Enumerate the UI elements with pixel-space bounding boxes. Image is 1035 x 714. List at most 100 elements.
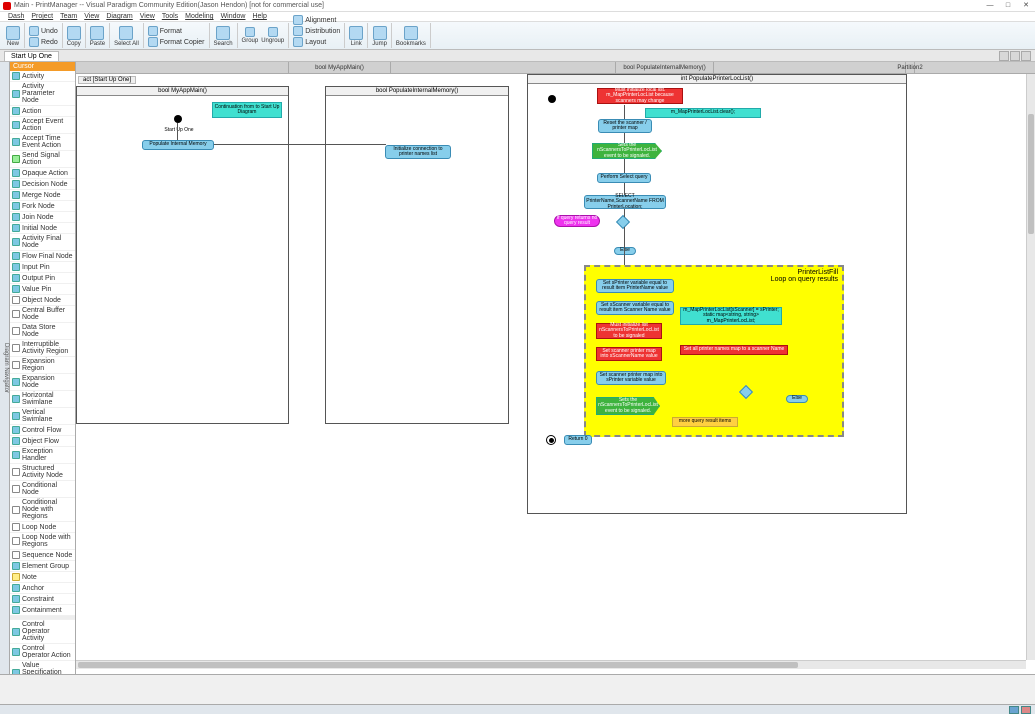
menu-team[interactable]: Team: [58, 13, 79, 20]
jump-button[interactable]: Jump: [372, 26, 387, 47]
alignment-button[interactable]: Alignment: [293, 15, 340, 25]
menu-window[interactable]: Window: [219, 13, 248, 20]
tab-close-icon[interactable]: [1021, 51, 1031, 61]
palette-item[interactable]: Input Pin: [10, 262, 75, 273]
action-populate-memory[interactable]: Populate Internal Memory: [142, 140, 214, 150]
palette-item[interactable]: Send Signal Action: [10, 151, 75, 168]
new-button[interactable]: New: [6, 26, 20, 47]
search-button[interactable]: Search: [214, 26, 233, 47]
menu-project[interactable]: Project: [29, 13, 55, 20]
paste-button[interactable]: Paste: [90, 26, 105, 47]
select-all-button[interactable]: Select All: [114, 26, 139, 47]
maximize-button[interactable]: □: [999, 0, 1017, 10]
action-sql[interactable]: SELECT PrinterName,ScannerName FROM Prin…: [584, 195, 666, 209]
scrollbar-thumb[interactable]: [1028, 114, 1034, 234]
note-all-printer-names[interactable]: Set all printer names map to a scanner N…: [680, 345, 788, 355]
palette-item[interactable]: Initial Node: [10, 223, 75, 234]
format-button[interactable]: Format: [148, 26, 205, 36]
undo-button[interactable]: Undo: [29, 26, 58, 36]
palette-item[interactable]: Conditional Node: [10, 481, 75, 498]
initial-node[interactable]: [548, 95, 556, 103]
palette-item[interactable]: Activity: [10, 71, 75, 82]
status-icon[interactable]: [1009, 706, 1019, 714]
palette-item[interactable]: Expansion Region: [10, 357, 75, 374]
guard-no-result[interactable]: If query returns no query result: [554, 215, 600, 227]
palette-item[interactable]: Conditional Node with Regions: [10, 498, 75, 522]
decision-node[interactable]: [616, 215, 630, 229]
distribution-button[interactable]: Distribution: [293, 26, 340, 36]
column-header[interactable]: [76, 62, 289, 73]
frame-populateprinterloclist[interactable]: int PopulatePrinterLocList() Must initia…: [527, 74, 907, 514]
palette-item[interactable]: Sequence Node: [10, 550, 75, 561]
palette-item[interactable]: Object Flow: [10, 436, 75, 447]
document-tab[interactable]: Start Up One: [4, 51, 59, 61]
guard-else[interactable]: Else: [786, 395, 808, 403]
group-button[interactable]: Group: [242, 27, 259, 44]
frame-myappmain[interactable]: bool MyAppMain() Start Up One Continuati…: [76, 86, 289, 424]
breadcrumb[interactable]: act [Start Up One]: [78, 76, 136, 84]
palette-item[interactable]: Accept Event Action: [10, 117, 75, 134]
palette-item[interactable]: Containment: [10, 605, 75, 616]
scrollbar-thumb[interactable]: [78, 662, 798, 668]
palette-item[interactable]: Exception Handler: [10, 447, 75, 464]
column-header[interactable]: bool MyAppMain(): [289, 62, 391, 73]
palette-item[interactable]: Anchor: [10, 583, 75, 594]
action-return[interactable]: Return 0: [564, 435, 592, 445]
action-set-sscanner[interactable]: Set sScanner variable equal to result it…: [596, 301, 674, 315]
tab-nav-icon[interactable]: [999, 51, 1009, 61]
frame-populateinternalmemory[interactable]: bool PopulateInternalMemory() Initialize…: [325, 86, 509, 424]
format-copier-button[interactable]: Format Copier: [148, 37, 205, 47]
palette-item[interactable]: Vertical Swimlane: [10, 408, 75, 425]
action-reset-map[interactable]: Reset the scanner / printer map: [598, 119, 652, 133]
palette-item[interactable]: Output Pin: [10, 273, 75, 284]
palette-item[interactable]: Accept Time Event Action: [10, 134, 75, 151]
palette-item[interactable]: Loop Node with Regions: [10, 533, 75, 550]
palette-item[interactable]: Structured Activity Node: [10, 464, 75, 481]
palette-item[interactable]: Interruptible Activity Region: [10, 340, 75, 357]
signal-set-event-loop[interactable]: Sets the nScannersToPrinterLocList event…: [596, 397, 660, 415]
palette-item[interactable]: Expansion Node: [10, 374, 75, 391]
palette-item[interactable]: Merge Node: [10, 190, 75, 201]
horizontal-scrollbar[interactable]: [76, 660, 1026, 669]
copy-button[interactable]: Copy: [67, 26, 81, 47]
palette-item[interactable]: Action: [10, 106, 75, 117]
palette-item[interactable]: Decision Node: [10, 179, 75, 190]
palette-item[interactable]: Value Specification Action: [10, 661, 75, 674]
guard-else[interactable]: Else: [614, 247, 636, 255]
menu-tools[interactable]: Tools: [160, 13, 180, 20]
link-button[interactable]: Link: [349, 26, 363, 47]
palette-item[interactable]: Loop Node: [10, 522, 75, 533]
menu-view[interactable]: View: [82, 13, 101, 20]
palette-item[interactable]: Control Operator Activity: [10, 620, 75, 644]
code-map-assign[interactable]: m_MapPrinterLocList[sScanner] = sPrinter…: [680, 307, 782, 325]
menu-view[interactable]: View: [138, 13, 157, 20]
layout-button[interactable]: Layout: [293, 37, 340, 47]
palette-item[interactable]: Activity Final Node: [10, 234, 75, 251]
column-header[interactable]: Partition2: [906, 62, 915, 73]
action-init-connection[interactable]: Initialize connection to printer names l…: [385, 145, 451, 159]
palette-item[interactable]: Control Flow: [10, 425, 75, 436]
palette-item[interactable]: Join Node: [10, 212, 75, 223]
menu-help[interactable]: Help: [250, 13, 268, 20]
note-must-init[interactable]: Must initialize list nScannersToPrinterL…: [596, 323, 662, 339]
status-icon[interactable]: [1021, 706, 1031, 714]
action-set-scanner-var[interactable]: Set scanner printer map into sPrinter va…: [596, 371, 666, 385]
redo-button[interactable]: Redo: [29, 37, 58, 47]
palette-item[interactable]: Note: [10, 572, 75, 583]
column-header[interactable]: bool PopulateInternalMemory(): [616, 62, 714, 73]
palette-item[interactable]: Flow Final Node: [10, 251, 75, 262]
loop-node[interactable]: PrinterListFillLoop on query results Set…: [584, 265, 844, 437]
palette-item[interactable]: Fork Node: [10, 201, 75, 212]
palette-item[interactable]: Activity Parameter Node: [10, 82, 75, 106]
menu-diagram[interactable]: Diagram: [104, 13, 134, 20]
tab-list-icon[interactable]: [1010, 51, 1020, 61]
palette-item[interactable]: Horizontal Swimlane: [10, 391, 75, 408]
menu-modeling[interactable]: Modeling: [183, 13, 215, 20]
palette-item[interactable]: Constraint: [10, 594, 75, 605]
palette-header[interactable]: Cursor: [10, 62, 75, 71]
ungroup-button[interactable]: Ungroup: [261, 27, 284, 44]
menu-dash[interactable]: Dash: [6, 13, 26, 20]
palette-item[interactable]: Control Operator Action: [10, 644, 75, 661]
diagram-canvas[interactable]: bool MyAppMain() bool PopulateInternalMem…: [76, 62, 1035, 674]
flow-final-node[interactable]: [546, 435, 556, 445]
